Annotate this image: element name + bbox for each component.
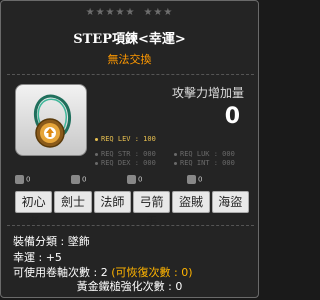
job-magician: 法師 [93,191,131,213]
attack-increase-value: 0 [224,104,240,129]
divider [7,74,254,75]
trade-restriction: 無法交換 [107,53,152,66]
req-luk: REQ LUK : 000 [174,150,235,158]
gem-icon: 0 [187,175,202,184]
luck-stat: 幸運 : +5 [13,251,62,264]
equip-category: 裝備分類 : 墜飾 [13,235,90,248]
item-tooltip: ★★★★★ ★★★ STEP項鍊<幸運> 無法交換 攻擊力增加量 0 REQ LE… [0,0,259,298]
req-dex: REQ DEX : 000 [95,159,156,167]
shield-icon: 0 [127,175,142,184]
item-icon-frame [15,84,87,156]
job-beginner: 初心者 [15,191,53,229]
job-requirements: 初心者 劍士 法師 弓箭手 盜賊 海盜 [15,191,249,229]
star-rating: ★★★★★ ★★★ [1,8,258,18]
star-icon: ★★★ [143,7,174,18]
necklace-icon [33,94,71,148]
req-str: REQ STR : 000 [95,150,156,158]
sword-icon: 0 [71,175,86,184]
divider [7,225,254,226]
job-bowman: 弓箭手 [132,191,171,229]
job-pirate: 海盜 [211,191,249,213]
star-icon: ★★★★★ [85,7,136,18]
attack-increase-label: 攻擊力增加量 [171,86,244,100]
req-level: REQ LEV : 100 [95,135,156,143]
golden-hammer-count: 黃金鐵槌強化次數 : 0 [76,280,183,293]
item-title: STEP項鍊<幸運> [73,32,186,47]
job-thief: 盜賊 [172,191,210,213]
slot-row: 0 0 0 0 [15,175,249,187]
req-int: REQ INT : 000 [174,159,235,167]
job-warrior: 劍士 [54,191,92,213]
badge-icon: 0 [15,175,30,184]
